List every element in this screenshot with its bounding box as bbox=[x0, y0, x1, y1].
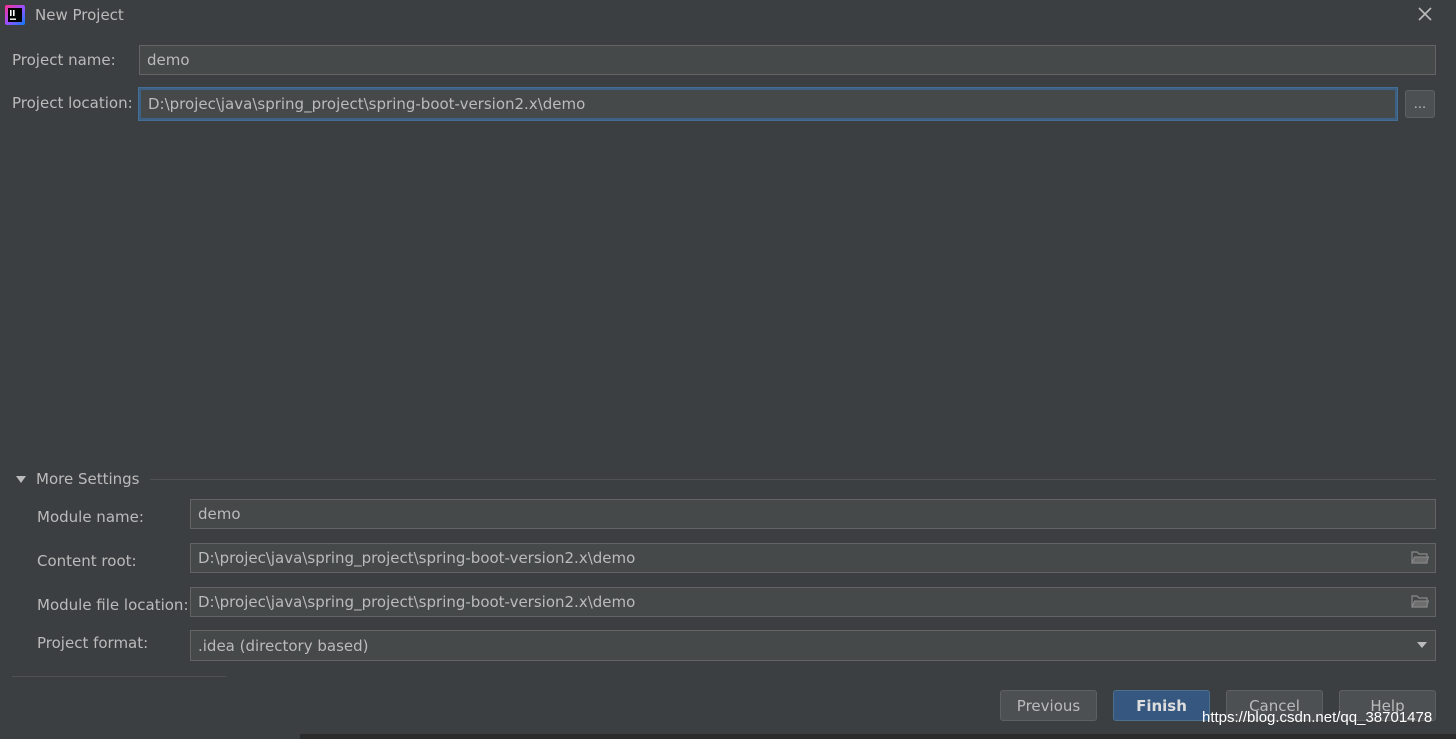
module-name-value: demo bbox=[198, 505, 241, 523]
folder-icon[interactable] bbox=[1411, 594, 1430, 609]
new-project-dialog: New Project Project name: demo Project l… bbox=[0, 0, 1456, 739]
window-title: New Project bbox=[35, 6, 124, 24]
more-settings-divider bbox=[150, 479, 1436, 480]
expand-triangle-icon bbox=[16, 475, 26, 483]
project-format-label: Project format: bbox=[37, 634, 149, 652]
finish-button[interactable]: Finish bbox=[1113, 690, 1210, 721]
project-name-input[interactable]: demo bbox=[139, 45, 1436, 75]
module-file-location-value: D:\projec\java\spring_project\spring-boo… bbox=[198, 593, 636, 611]
project-location-label: Project location: bbox=[12, 94, 133, 112]
browse-button-label: ... bbox=[1413, 96, 1427, 112]
project-name-label: Project name: bbox=[12, 51, 116, 69]
module-file-location-input[interactable]: D:\projec\java\spring_project\spring-boo… bbox=[190, 587, 1436, 617]
content-root-input[interactable]: D:\projec\java\spring_project\spring-boo… bbox=[190, 543, 1436, 573]
folder-icon[interactable] bbox=[1411, 550, 1430, 565]
module-file-location-label: Module file location: bbox=[37, 596, 189, 614]
more-settings-label: More Settings bbox=[36, 470, 140, 488]
footer-divider bbox=[12, 676, 226, 677]
project-format-select[interactable]: .idea (directory based) bbox=[190, 630, 1436, 661]
close-icon[interactable] bbox=[1414, 3, 1436, 25]
more-settings-toggle[interactable]: More Settings bbox=[12, 468, 139, 490]
module-name-input[interactable]: demo bbox=[190, 499, 1436, 529]
module-name-label: Module name: bbox=[37, 508, 144, 526]
previous-button[interactable]: Previous bbox=[1000, 690, 1097, 721]
previous-button-label: Previous bbox=[1016, 696, 1081, 715]
content-root-value: D:\projec\java\spring_project\spring-boo… bbox=[198, 549, 636, 567]
browse-button[interactable]: ... bbox=[1405, 90, 1435, 118]
title-bar: New Project bbox=[0, 0, 1456, 32]
content-root-label: Content root: bbox=[37, 552, 137, 570]
project-name-value: demo bbox=[147, 51, 190, 69]
finish-button-label: Finish bbox=[1136, 696, 1187, 715]
chevron-down-icon bbox=[1417, 642, 1427, 648]
project-format-value: .idea (directory based) bbox=[198, 636, 369, 655]
project-location-input[interactable]: D:\projec\java\spring_project\spring-boo… bbox=[139, 88, 1397, 120]
background-editor-strip bbox=[300, 734, 1456, 739]
project-location-value: D:\projec\java\spring_project\spring-boo… bbox=[148, 95, 586, 113]
watermark-text: https://blog.csdn.net/qq_38701478 bbox=[1202, 709, 1433, 726]
intellij-idea-icon bbox=[5, 5, 25, 25]
